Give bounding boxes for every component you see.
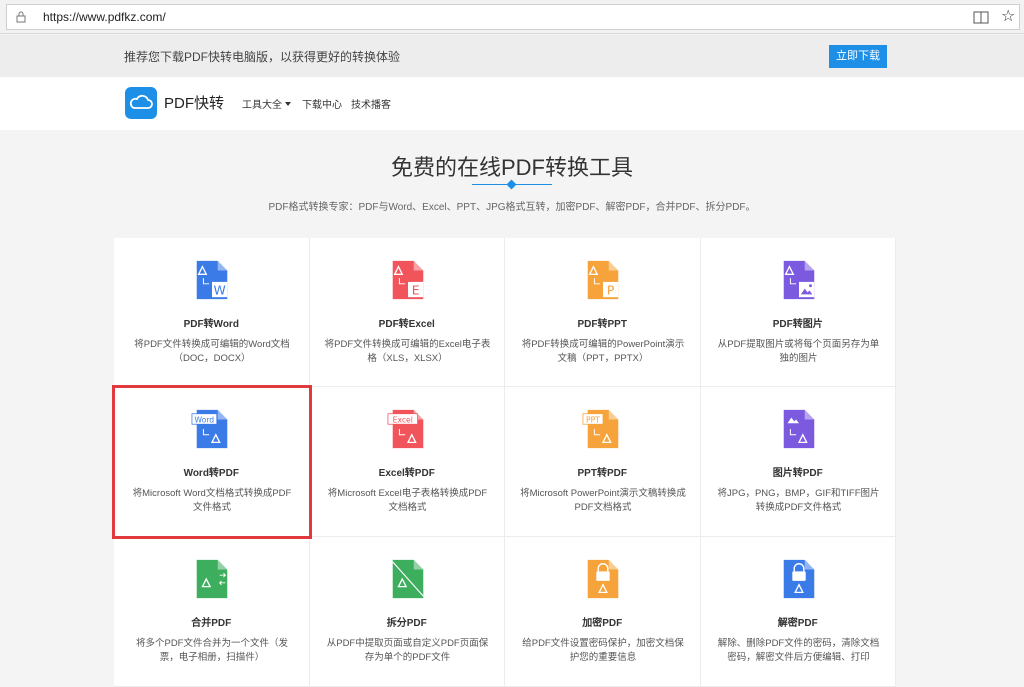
tool-card[interactable]: Word Word转PDF 将Microsoft Word文档格式转换成PDF文件格… [112, 385, 312, 539]
site-header: PDF快转 工具大全 下载中心 技术播客 [0, 77, 1024, 130]
svg-text:PPT: PPT [586, 415, 600, 424]
lock-icon [16, 11, 26, 23]
tool-card[interactable]: P PDF转PPT 将PDF转换成可编辑的PowerPoint演示文稿（PPT，PP… [505, 238, 701, 387]
logo-cloud-icon[interactable] [125, 87, 157, 119]
tool-card-title: 解密PDF [777, 618, 818, 629]
merge-pdf-icon [196, 559, 228, 599]
tool-card-title: Excel转PDF [378, 468, 435, 479]
tool-card-description: 将PDF转换成可编辑的PowerPoint演示文稿（PPT，PPTX） [521, 339, 685, 364]
tool-card-title: PPT转PDF [577, 468, 627, 479]
tool-card[interactable]: 加密PDF 给PDF文件设置密码保护，加密文档保护您的重要信息 [505, 537, 701, 687]
url-text: https://www.pdfkz.com/ [43, 10, 166, 24]
favorite-star-icon[interactable]: ☆ [1001, 8, 1015, 26]
pdf-to-word-icon: W [196, 260, 228, 300]
nav-tech-blog[interactable]: 技术播客 [351, 96, 391, 111]
promo-text: 推荐您下载PDF快转电脑版，以获得更好的转换体验 [124, 50, 401, 64]
pdf-to-image-icon [783, 260, 814, 300]
tool-card-description: 将多个PDF文件合并为一个文件（发票，电子相册，扫描件） [135, 638, 288, 663]
reader-view-icon[interactable] [973, 11, 989, 24]
tool-card-title: PDF转Word [183, 319, 239, 330]
tool-card-description: 将JPG，PNG，BMP，GIF和TIFF图片转换成PDF文件格式 [717, 488, 880, 513]
tool-card-title: 合并PDF [191, 618, 232, 629]
address-bar[interactable]: https://www.pdfkz.com/ ☆ [6, 4, 1020, 30]
svg-text:P: P [607, 282, 615, 297]
tool-card-description: 将Microsoft Word文档格式转换成PDF文件格式 [132, 488, 292, 513]
tool-card-description: 将PDF文件转换成可编辑的Excel电子表格（XLS，XLSX） [324, 339, 491, 364]
svg-text:Word: Word [195, 415, 215, 424]
split-pdf-icon [391, 559, 424, 599]
tool-card[interactable]: 解密PDF 解除、删除PDF文件的密码，清除文档密码，解密文件后方便编辑、打印 [700, 537, 896, 687]
excel-to-pdf-icon: Excel [387, 409, 423, 449]
tool-card[interactable]: PPT PPT转PDF 将Microsoft PowerPoint演示文稿转换成PD… [505, 387, 701, 537]
tool-card-description: 从PDF提取图片或将每个页面另存为单独的图片 [717, 339, 880, 364]
ppt-to-pdf-icon: PPT [582, 409, 619, 449]
tool-card[interactable]: W PDF转Word 将PDF文件转换成可编辑的Word文档（DOC，DOCX） [114, 238, 310, 387]
tool-card-title: Word转PDF [183, 468, 239, 479]
download-promo-banner: 推荐您下载PDF快转电脑版，以获得更好的转换体验 立即下载 [0, 35, 1024, 77]
image-to-pdf-icon [783, 409, 814, 449]
svg-text:E: E [411, 282, 419, 297]
tool-card[interactable]: 拆分PDF 从PDF中提取页面或自定义PDF页面保存为单个的PDF文件 [309, 537, 505, 687]
tool-card[interactable]: 图片转PDF 将JPG，PNG，BMP，GIF和TIFF图片转换成PDF文件格式 [700, 387, 896, 537]
logo-text[interactable]: PDF快转 [164, 92, 224, 113]
download-now-button[interactable]: 立即下载 [829, 45, 887, 68]
tool-grid: W PDF转Word 将PDF文件转换成可编辑的Word文档（DOC，DOCX） E P… [112, 238, 896, 687]
tool-card-description: 解除、删除PDF文件的密码，清除文档密码，解密文件后方便编辑、打印 [717, 638, 880, 663]
nav-download-center[interactable]: 下载中心 [302, 96, 342, 111]
word-to-pdf-icon: Word [191, 409, 228, 449]
nav-tools-label: 工具大全 [242, 100, 282, 111]
pdf-to-ppt-icon: P [587, 260, 619, 300]
tool-card-title: 拆分PDF [386, 618, 427, 629]
nav-tools-menu[interactable]: 工具大全 [242, 96, 291, 111]
tool-card-description: 从PDF中提取页面或自定义PDF页面保存为单个的PDF文件 [326, 638, 489, 663]
tool-card-title: PDF转图片 [772, 319, 823, 330]
tool-card-description: 将Microsoft Excel电子表格转换成PDF文档格式 [327, 488, 488, 513]
tool-card[interactable]: PDF转图片从PDF提取图片或将每个页面另存为单独的图片 [700, 238, 896, 387]
tool-card[interactable]: Excel Excel转PDF 将Microsoft Excel电子表格转换成PDF… [309, 387, 505, 537]
svg-text:Excel: Excel [392, 415, 412, 424]
caret-down-icon [285, 102, 291, 106]
tool-card[interactable]: E PDF转Excel 将PDF文件转换成可编辑的Excel电子表格（XLS，XLS… [309, 238, 505, 387]
tool-card-description: 将PDF文件转换成可编辑的Word文档（DOC，DOCX） [134, 339, 290, 364]
svg-text:W: W [214, 282, 226, 297]
browser-toolbar: https://www.pdfkz.com/ ☆ [0, 0, 1024, 34]
page-subtitle: PDF格式转换专家：PDF与Word、Excel、PPT、JPG格式互转，加密P… [268, 202, 756, 213]
tool-card-title: 加密PDF [582, 618, 623, 629]
tool-card[interactable]: 合并PDF 将多个PDF文件合并为一个文件（发票，电子相册，扫描件） [114, 537, 310, 687]
pdf-to-excel-icon: E [392, 260, 423, 300]
encrypt-pdf-icon [587, 559, 619, 599]
tool-card-title: PDF转Excel [378, 319, 435, 330]
tool-card-description: 给PDF文件设置密码保护，加密文档保护您的重要信息 [522, 638, 684, 663]
tool-card-title: 图片转PDF [772, 468, 823, 479]
tool-card-description: 将Microsoft PowerPoint演示文稿转换成PDF文档格式 [520, 488, 686, 513]
decrypt-pdf-icon [783, 559, 814, 599]
page-title: 免费的在线PDF转换工具 [390, 155, 633, 180]
tool-card-title: PDF转PPT [577, 319, 627, 330]
